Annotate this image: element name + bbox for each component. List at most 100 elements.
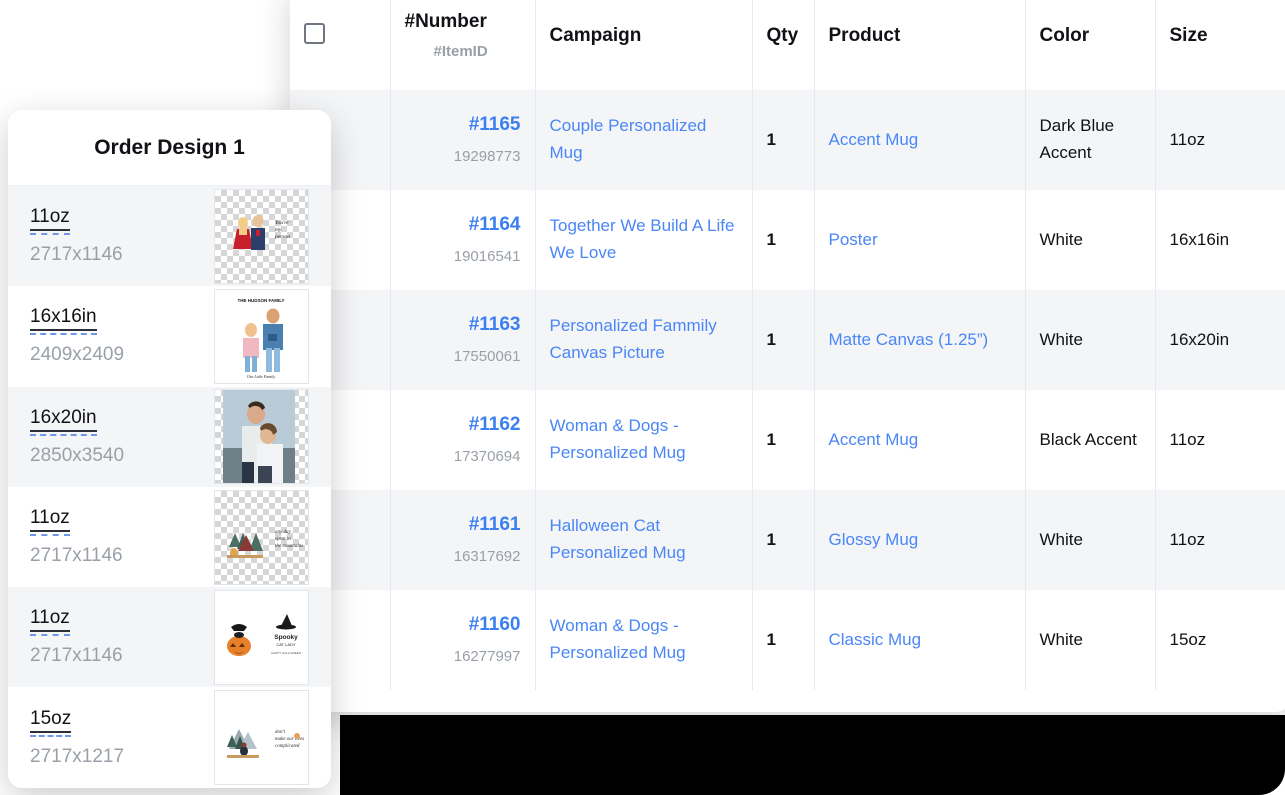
- header-product[interactable]: Product: [814, 0, 1026, 90]
- product-link[interactable]: Classic Mug: [829, 630, 922, 649]
- hudson-family-poster-thumbnail[interactable]: THE HUDSON FAMILY Our Little Family: [214, 288, 309, 384]
- cell-number: #1165 19298773: [390, 90, 536, 190]
- cell-qty: 1: [752, 190, 815, 290]
- design-size-label[interactable]: 11oz: [30, 206, 70, 236]
- header-color[interactable]: Color: [1025, 0, 1156, 90]
- design-size-label[interactable]: 16x20in: [30, 407, 97, 436]
- item-id-text: 16317692: [453, 548, 521, 566]
- product-link[interactable]: Glossy Mug: [829, 530, 919, 549]
- design-item-text: 15oz 2717x1217: [30, 708, 124, 768]
- size-value: 15oz: [1169, 629, 1207, 649]
- design-dimensions-label: 2717x1217: [30, 745, 125, 767]
- panel-title: Order Design 1: [8, 110, 331, 186]
- design-dimensions-label: 2717x1146: [30, 645, 123, 667]
- header-number[interactable]: #Number #ItemID: [390, 0, 536, 90]
- product-link[interactable]: Accent Mug: [829, 130, 919, 149]
- design-item-text: 16x20in 2850x3540: [30, 407, 124, 467]
- cell-number: #1160 16277997: [390, 590, 536, 690]
- design-size-label[interactable]: 16x16in: [30, 306, 97, 336]
- campaign-link[interactable]: Woman & Dogs - Personalized Mug: [550, 616, 686, 662]
- order-number-link[interactable]: #1161: [469, 514, 521, 537]
- item-id-text: 16277997: [453, 648, 521, 666]
- header-campaign[interactable]: Campaign: [535, 0, 753, 90]
- campaign-link[interactable]: Together We Build A Life We Love: [550, 216, 735, 262]
- design-list-item[interactable]: 11oz 2717x1146 any day spent in the moun…: [8, 486, 331, 588]
- order-number-link[interactable]: #1163: [469, 314, 521, 337]
- size-value: 11oz: [1169, 529, 1206, 549]
- svg-text:You're: You're: [275, 220, 289, 226]
- svg-text:any day: any day: [275, 530, 291, 535]
- cell-number: #1163 17550061: [390, 290, 536, 390]
- design-dimensions-label: 2717x1146: [30, 545, 123, 567]
- campaign-link[interactable]: Personalized Fammily Canvas Picture: [550, 316, 717, 362]
- cell-campaign: Halloween Cat Personalized Mug: [535, 490, 753, 590]
- product-link[interactable]: Matte Canvas (1.25”): [829, 330, 989, 349]
- select-all-checkbox[interactable]: [304, 22, 325, 44]
- color-value: White: [1039, 629, 1083, 649]
- order-items-table-card: #Number #ItemID Campaign Qty Product Col…: [290, 0, 1285, 712]
- mountain-mug-design-thumbnail[interactable]: don't make our lives complicated: [214, 690, 309, 786]
- design-item-text: 11oz 2717x1146: [30, 507, 123, 567]
- cell-size: 15oz: [1155, 590, 1285, 690]
- size-value: 11oz: [1169, 429, 1206, 449]
- design-size-label[interactable]: 11oz: [30, 607, 70, 637]
- design-list-item[interactable]: 11oz 2717x1146 You're my person: [8, 186, 331, 287]
- cell-product: Glossy Mug: [814, 490, 1026, 590]
- cell-product: Classic Mug: [814, 590, 1026, 690]
- cell-number: #1164 19016541: [390, 190, 536, 290]
- cell-qty: 1: [752, 290, 815, 390]
- table-row: #1165 19298773 Couple Personalized Mug 1…: [290, 90, 1285, 190]
- campaign-link[interactable]: Couple Personalized Mug: [550, 116, 707, 162]
- color-value: Dark Blue Accent: [1039, 116, 1115, 162]
- color-value: White: [1039, 329, 1083, 349]
- order-number-link[interactable]: #1162: [469, 414, 521, 437]
- design-size-label[interactable]: 15oz: [30, 708, 72, 737]
- qty-value: 1: [766, 230, 776, 249]
- table-row: #1163 17550061 Personalized Fammily Canv…: [290, 290, 1285, 390]
- camping-mug-design-thumbnail[interactable]: any day spent in the mountains: [214, 489, 309, 585]
- svg-text:THE HUDSON FAMILY: THE HUDSON FAMILY: [237, 298, 284, 303]
- product-link[interactable]: Accent Mug: [829, 430, 919, 449]
- cell-qty: 1: [752, 590, 815, 690]
- svg-text:complicated: complicated: [275, 744, 300, 749]
- table-row: #1164 19016541 Together We Build A Life …: [290, 190, 1285, 290]
- cell-qty: 1: [752, 390, 815, 490]
- svg-text:the mountains: the mountains: [275, 544, 303, 549]
- design-item-text: 11oz 2717x1146: [30, 206, 123, 266]
- cell-color: White: [1025, 190, 1156, 290]
- design-dimensions-label: 2850x3540: [30, 444, 125, 466]
- size-value: 11oz: [1169, 129, 1206, 149]
- order-items-table: #Number #ItemID Campaign Qty Product Col…: [290, 0, 1285, 690]
- header-qty[interactable]: Qty: [752, 0, 815, 90]
- order-design-panel: Order Design 1 11oz 2717x1146 You're my: [8, 110, 331, 788]
- campaign-link[interactable]: Halloween Cat Personalized Mug: [550, 516, 686, 562]
- svg-text:Our Little Family: Our Little Family: [247, 374, 275, 379]
- campaign-link[interactable]: Woman & Dogs - Personalized Mug: [550, 416, 686, 462]
- qty-value: 1: [766, 130, 776, 149]
- cell-product: Accent Mug: [814, 90, 1026, 190]
- design-list-item[interactable]: 15oz 2717x1217 don't make our lives comp…: [8, 687, 331, 788]
- design-size-label[interactable]: 11oz: [30, 507, 70, 537]
- cell-size: 16x20in: [1155, 290, 1285, 390]
- cell-campaign: Couple Personalized Mug: [535, 90, 753, 190]
- order-number-link[interactable]: #1164: [469, 214, 521, 237]
- couple-photo-canvas-thumbnail[interactable]: [214, 389, 309, 485]
- cell-qty: 1: [752, 90, 815, 190]
- design-list-item[interactable]: 16x20in 2850x3540: [8, 386, 331, 487]
- cell-product: Accent Mug: [814, 390, 1026, 490]
- couple-mug-design-thumbnail[interactable]: You're my person: [214, 188, 309, 284]
- product-link[interactable]: Poster: [829, 230, 878, 249]
- design-list-item[interactable]: 11oz 2717x1146 Spooky CAT LADY HAPPY HAL: [8, 587, 331, 688]
- svg-text:CAT LADY: CAT LADY: [276, 642, 296, 647]
- table-row: #1160 16277997 Woman & Dogs - Personaliz…: [290, 590, 1285, 690]
- order-number-link[interactable]: #1165: [469, 114, 521, 137]
- header-size[interactable]: Size: [1155, 0, 1285, 90]
- order-number-link[interactable]: #1160: [469, 614, 521, 637]
- cell-campaign: Together We Build A Life We Love: [535, 190, 753, 290]
- cell-number: #1162 17370694: [390, 390, 536, 490]
- design-list-item[interactable]: 16x16in 2409x2409 THE HUDSON FAMILY Our: [8, 286, 331, 387]
- cell-number: #1161 16317692: [390, 490, 536, 590]
- cell-color: White: [1025, 590, 1156, 690]
- qty-value: 1: [766, 330, 776, 349]
- halloween-cat-mug-design-thumbnail[interactable]: Spooky CAT LADY HAPPY HALLOWEEN: [214, 589, 309, 685]
